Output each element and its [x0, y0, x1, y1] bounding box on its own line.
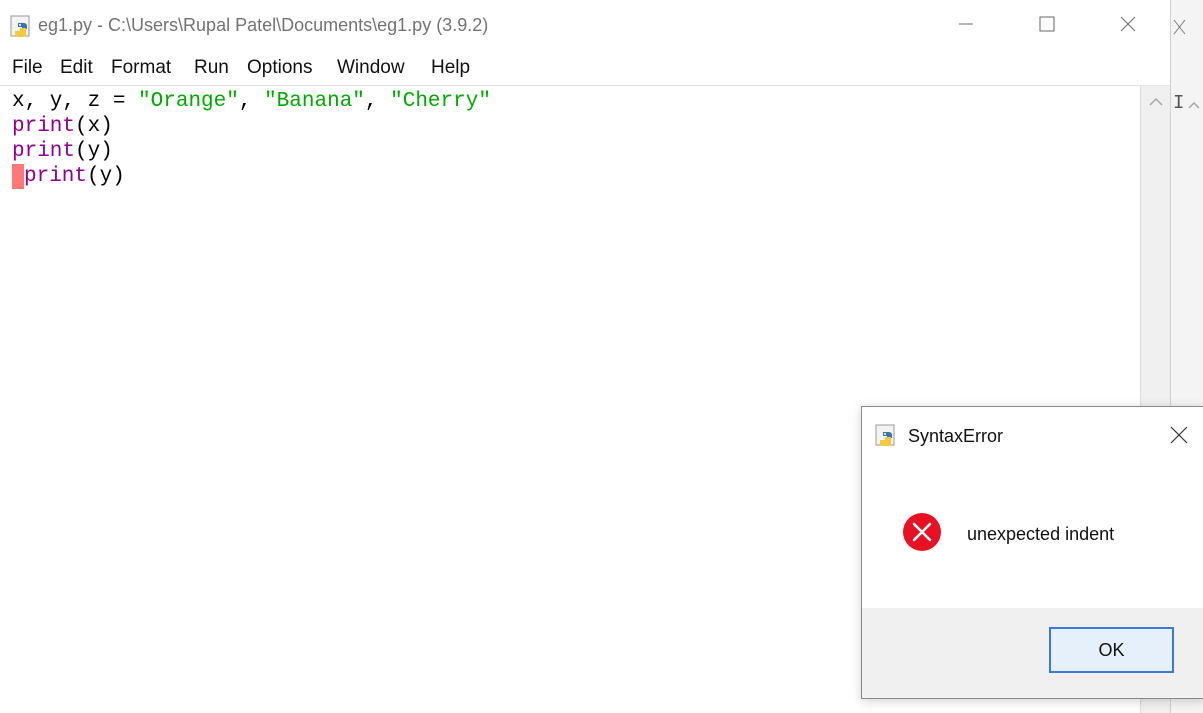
close-icon[interactable]: [1168, 424, 1190, 446]
menu-bar: File Edit Format Run Options Window Help: [0, 52, 1170, 86]
keyword: print: [24, 165, 88, 188]
window-title: eg1.py - C:\Users\Rupal Patel\Documents\…: [38, 15, 489, 35]
menu-format[interactable]: Format: [111, 57, 171, 79]
close-icon: [1120, 16, 1136, 32]
scroll-up-icon[interactable]: [1187, 100, 1201, 110]
close-button[interactable]: [1105, 6, 1151, 42]
error-indent-highlight: [12, 164, 24, 189]
background-text: I: [1173, 92, 1185, 114]
error-message: unexpected indent: [967, 524, 1115, 544]
minimize-icon: [959, 23, 973, 25]
string-literal: "Banana": [264, 90, 365, 113]
code-text: (x): [75, 115, 113, 138]
string-literal: "Cherry": [390, 90, 491, 113]
code-line-2: print(x): [12, 114, 113, 139]
code-line-1: x, y, z = "Orange", "Banana", "Cherry": [12, 89, 491, 114]
code-text: ,: [364, 90, 391, 113]
string-literal: "Orange": [138, 90, 239, 113]
close-icon[interactable]: [1173, 8, 1191, 44]
code-text: x, y, z =: [12, 90, 139, 113]
menu-options[interactable]: Options: [247, 57, 312, 79]
ok-button[interactable]: OK: [1049, 627, 1174, 673]
menu-edit[interactable]: Edit: [60, 57, 93, 79]
menu-help[interactable]: Help: [431, 57, 470, 79]
maximize-button[interactable]: [1024, 6, 1070, 42]
scroll-up-icon[interactable]: [1147, 94, 1165, 108]
menu-file[interactable]: File: [12, 57, 43, 79]
code-text: (y): [75, 140, 113, 163]
dialog-title: SyntaxError: [908, 426, 1004, 446]
menu-window[interactable]: Window: [337, 57, 405, 79]
maximize-icon: [1039, 16, 1055, 32]
keyword: print: [12, 140, 76, 163]
menu-run[interactable]: Run: [194, 57, 229, 79]
minimize-button[interactable]: [943, 6, 989, 42]
code-text: ,: [238, 90, 265, 113]
title-bar[interactable]: eg1.py - C:\Users\Rupal Patel\Documents\…: [0, 0, 1170, 52]
dialog-title-bar[interactable]: SyntaxError: [862, 407, 1203, 463]
error-circle-x-icon: [903, 513, 941, 551]
code-line-3: print(y): [12, 139, 113, 164]
python-idle-icon: [10, 15, 30, 37]
syntax-error-dialog: SyntaxError unexpected indent OK: [861, 406, 1203, 699]
code-line-4: print(y): [12, 164, 125, 189]
python-idle-icon: [875, 424, 895, 446]
keyword: print: [12, 115, 76, 138]
dialog-body: unexpected indent: [862, 463, 1203, 608]
dialog-footer: OK: [862, 608, 1203, 698]
code-text: (y): [87, 165, 125, 188]
